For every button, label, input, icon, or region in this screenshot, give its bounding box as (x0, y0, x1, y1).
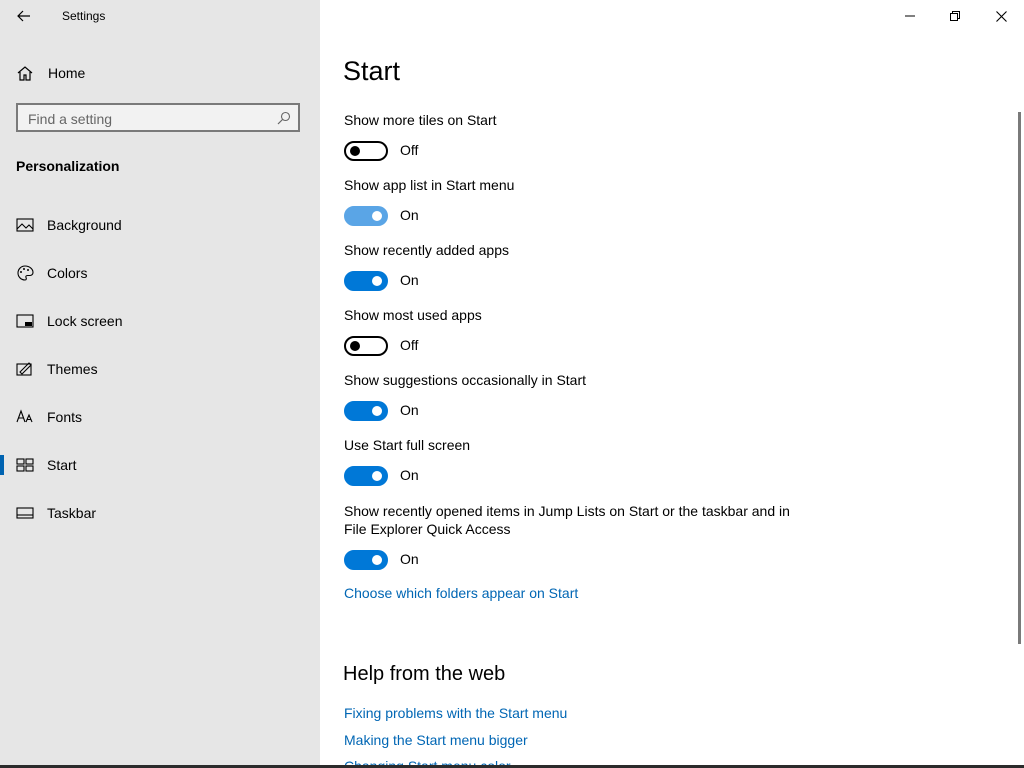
app-title: Settings (62, 9, 106, 23)
minimize-icon (905, 15, 915, 17)
setting-start-full-screen: Use Start full screen On (344, 436, 804, 488)
themes-icon (16, 362, 32, 376)
toggle-state-label: On (400, 467, 419, 483)
sidebar-item-fonts[interactable]: Fonts (0, 397, 320, 437)
sidebar-item-label: Taskbar (47, 505, 97, 521)
toggle-state-label: On (400, 402, 419, 418)
home-icon (17, 66, 33, 81)
search-placeholder: Find a setting (28, 111, 113, 127)
toggle-knob (350, 146, 360, 156)
toggle-state-label: On (400, 551, 419, 567)
toggle-knob (372, 211, 382, 221)
toggle-switch[interactable] (344, 550, 388, 570)
toggle-state-label: Off (400, 337, 419, 353)
setting-label: Use Start full screen (344, 437, 471, 453)
close-icon (995, 10, 1007, 22)
background-icon (16, 218, 34, 232)
search-input[interactable]: Find a setting (16, 103, 300, 132)
sidebar-item-colors[interactable]: Colors (0, 253, 320, 293)
setting-label: Show recently opened items in Jump Lists… (344, 503, 790, 537)
sidebar-item-label: Lock screen (47, 313, 123, 329)
toggle-knob (350, 341, 360, 351)
lock-screen-icon (16, 314, 34, 328)
toggle-switch[interactable] (344, 141, 388, 161)
toggle-knob (372, 406, 382, 416)
fonts-icon (16, 409, 33, 423)
toggle-switch[interactable] (344, 401, 388, 421)
search-icon (277, 111, 291, 125)
back-arrow-icon (17, 10, 30, 22)
setting-label: Show suggestions occasionally in Start (344, 372, 587, 388)
choose-folders-link[interactable]: Choose which folders appear on Start (344, 585, 578, 601)
sidebar-item-label: Background (47, 217, 122, 233)
setting-label: Show more tiles on Start (344, 112, 497, 128)
help-link-start-bigger[interactable]: Making the Start menu bigger (344, 732, 528, 748)
setting-show-recently-added: Show recently added apps On (344, 241, 804, 293)
toggle-state-label: On (400, 207, 419, 223)
start-icon (16, 458, 34, 472)
sidebar-item-background[interactable]: Background (0, 205, 320, 245)
close-button[interactable] (978, 0, 1024, 32)
sidebar-item-label: Themes (47, 361, 98, 377)
toggle-state-label: Off (400, 142, 419, 158)
sidebar-item-taskbar[interactable]: Taskbar (0, 493, 320, 533)
toggle-state-label: On (400, 272, 419, 288)
sidebar-item-themes[interactable]: Themes (0, 349, 320, 389)
toggle-knob (372, 471, 382, 481)
help-section-title: Help from the web (343, 663, 506, 685)
sidebar-item-lock-screen[interactable]: Lock screen (0, 301, 320, 341)
help-link-fixing-problems[interactable]: Fixing problems with the Start menu (344, 705, 567, 721)
toggle-switch[interactable] (344, 466, 388, 486)
page-title: Start (343, 56, 401, 86)
sidebar-item-label: Start (47, 457, 77, 473)
back-button[interactable] (10, 5, 38, 27)
restore-button[interactable] (932, 0, 978, 32)
toggle-switch[interactable] (344, 206, 388, 226)
sidebar-item-label: Home (48, 65, 86, 81)
minimize-button[interactable] (887, 0, 933, 32)
setting-show-more-tiles: Show more tiles on Start Off (344, 111, 804, 163)
setting-label: Show recently added apps (344, 242, 509, 258)
toggle-switch[interactable] (344, 336, 388, 356)
setting-label: Show most used apps (344, 307, 482, 323)
sidebar-item-home[interactable]: Home (0, 60, 320, 86)
sidebar-item-label: Fonts (47, 409, 83, 425)
sidebar-item-label: Colors (47, 265, 88, 281)
toggle-knob (372, 276, 382, 286)
taskbar-icon (16, 507, 34, 519)
palette-icon (17, 265, 34, 281)
setting-show-most-used: Show most used apps Off (344, 306, 804, 358)
section-title: Personalization (16, 158, 120, 174)
setting-label: Show app list in Start menu (344, 177, 515, 193)
selected-indicator (0, 455, 4, 475)
setting-show-suggestions: Show suggestions occasionally in Start O… (344, 371, 804, 423)
toggle-knob (372, 555, 382, 565)
restore-icon (950, 11, 960, 21)
sidebar-item-start[interactable]: Start (0, 445, 320, 485)
scrollbar[interactable] (1018, 112, 1021, 644)
setting-jump-lists: Show recently opened items in Jump Lists… (344, 502, 794, 572)
toggle-switch[interactable] (344, 271, 388, 291)
sidebar: Settings Home Find a setting Personaliza… (0, 0, 320, 768)
setting-show-app-list: Show app list in Start menu On (344, 176, 804, 228)
